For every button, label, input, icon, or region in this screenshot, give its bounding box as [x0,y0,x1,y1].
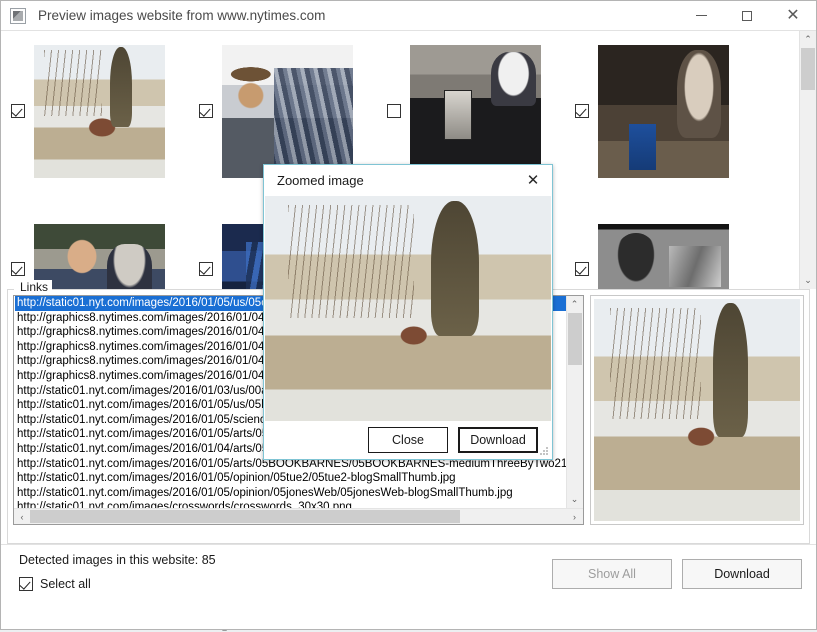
thumbnail-image-2[interactable] [410,45,541,178]
links-scroll-left-icon[interactable]: ‹ [14,509,30,524]
thumbnail-checkbox-2[interactable] [387,104,401,118]
thumbnail-checkbox-5[interactable] [199,262,213,276]
thumbnail-image-4[interactable] [34,224,165,289]
maximize-button[interactable] [724,1,770,30]
image-preview-pane [590,295,804,525]
minimize-icon [696,15,707,16]
thumbnail-checkbox-4[interactable] [11,262,25,276]
window-controls: ✕ [678,1,816,30]
image-icon [10,8,26,24]
link-row[interactable]: http://static01.nyt.com/images/2016/01/0… [15,471,566,486]
links-scrollbar-thumb[interactable] [568,313,582,365]
status-bar: Detected images in this website: 85 Sele… [1,544,816,629]
scroll-up-icon[interactable]: ⌃ [800,31,816,48]
thumbnail-checkbox-0[interactable] [11,104,25,118]
window-title: Preview images website from www.nytimes.… [38,8,325,23]
window-title-bar: Preview images website from www.nytimes.… [1,1,816,31]
dialog-close-button[interactable]: Close [368,427,448,453]
link-row[interactable]: http://static01.nyt.com/images/2016/01/0… [15,486,566,501]
thumbnail-image-0[interactable] [34,45,165,178]
footer-buttons: Show All Download [552,559,802,589]
thumbnail-image-1[interactable] [222,45,353,178]
thumbnail-item[interactable] [11,36,199,186]
thumbnail-image-7[interactable] [598,224,729,289]
thumbnail-image-3[interactable] [598,45,729,178]
links-hscrollbar-track[interactable] [460,509,567,524]
selected-image-preview [594,299,800,521]
scroll-down-icon[interactable]: ⌄ [800,272,816,289]
thumbnail-checkbox-7[interactable] [575,262,589,276]
dialog-download-button[interactable]: Download [458,427,538,453]
links-hscrollbar-thumb[interactable] [30,510,460,523]
links-scroll-down-icon[interactable]: ⌄ [567,491,583,508]
download-button[interactable]: Download [682,559,802,589]
zoomed-image [265,196,551,421]
links-legend-label: Links [16,280,52,294]
scrollbar-track[interactable] [800,90,816,272]
thumbnail-item[interactable] [575,36,763,186]
minimize-button[interactable] [678,1,724,30]
zoomed-image-dialog: Zoomed image ✕ Close Download [263,164,553,460]
resize-grip-icon[interactable] [539,446,550,457]
select-all-checkbox[interactable] [19,577,33,591]
show-all-button[interactable]: Show All [552,559,672,589]
thumbnail-vertical-scrollbar[interactable]: ⌃ ⌄ [799,31,816,289]
select-all-label: Select all [40,577,91,591]
scrollbar-thumb[interactable] [801,48,815,90]
maximize-icon [742,11,752,21]
zoom-dialog-footer: Close Download [264,421,552,459]
thumbnail-checkbox-3[interactable] [575,104,589,118]
links-scroll-up-icon[interactable]: ⌃ [567,296,583,313]
close-button[interactable]: ✕ [770,1,816,30]
zoom-dialog-close-icon[interactable]: ✕ [520,168,546,192]
thumbnail-item[interactable] [575,194,763,289]
link-row[interactable]: http://static01.nyt.com/images/crossword… [15,500,566,508]
links-scroll-right-icon[interactable]: › [567,509,583,524]
links-vertical-scrollbar[interactable]: ⌃ ⌄ [566,296,583,508]
thumbnail-checkbox-1[interactable] [199,104,213,118]
links-scrollbar-track[interactable] [567,365,583,491]
links-horizontal-scrollbar[interactable]: ‹ › [14,508,583,524]
zoom-dialog-title-bar: Zoomed image ✕ [264,165,552,196]
zoom-dialog-title: Zoomed image [277,173,364,188]
thumbnail-item[interactable] [11,194,199,289]
select-all-row[interactable]: Select all [19,577,91,591]
